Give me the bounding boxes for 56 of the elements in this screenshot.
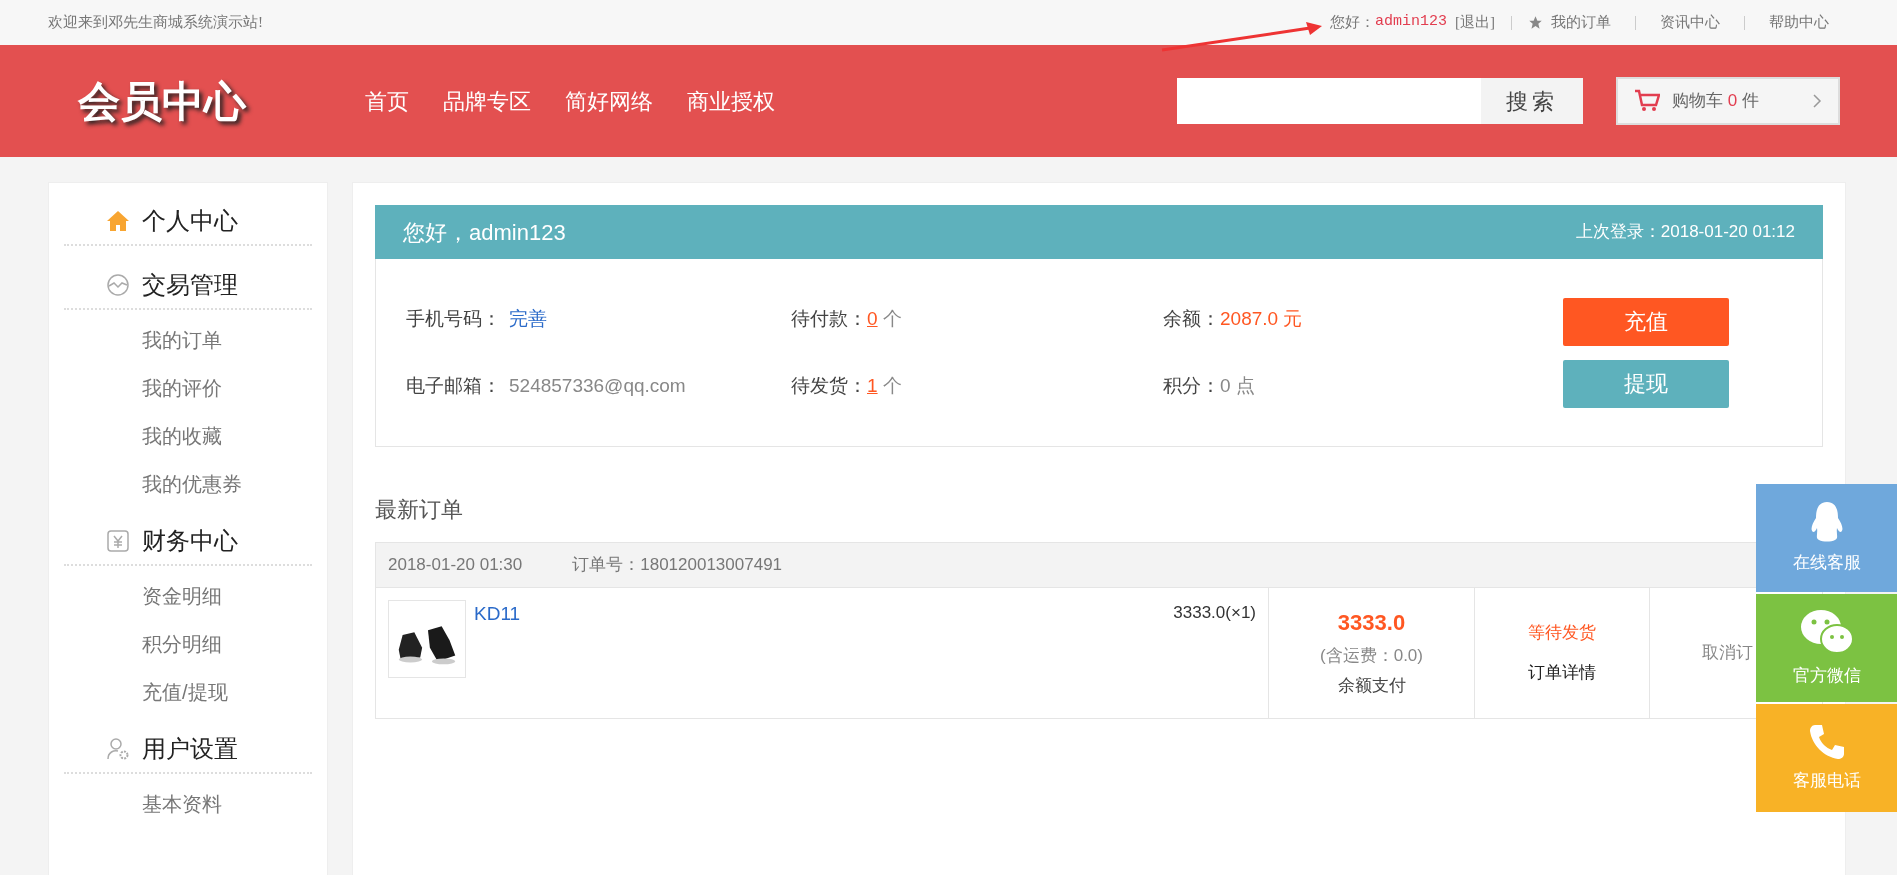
nav-link[interactable]: 首页 (365, 84, 409, 118)
sidebar-item[interactable]: 充值/提现 (142, 668, 228, 716)
order-details-link[interactable]: 订单详情 (1528, 659, 1596, 685)
sidebar-heading: 个人中心 (142, 206, 238, 236)
sidebar-item[interactable]: 基本资料 (142, 780, 222, 828)
sidebar-item[interactable]: 我的订单 (142, 316, 222, 364)
logo-text: 会员中心 (78, 76, 248, 127)
cancel-order-link[interactable]: 取消订 (1702, 640, 1753, 666)
payment-method: 余额支付 (1337, 674, 1406, 697)
last-login-text: 上次登录：2018-01-20 01:12 (1575, 221, 1795, 244)
order-number: 订单号：180120013007491 (572, 554, 783, 577)
sidebar-item[interactable]: 我的评价 (142, 364, 222, 412)
chevron-right-icon (1812, 94, 1822, 108)
top-link[interactable]: 帮助中心 (1769, 11, 1829, 34)
yuan-icon (106, 529, 130, 553)
logout-link[interactable]: [退出] (1455, 11, 1495, 34)
recharge-button[interactable]: 充值 (1563, 297, 1729, 346)
price-quantity: 3333.0(×1) (1173, 602, 1256, 624)
points-field: 积分：0 点 (1163, 371, 1563, 400)
cart-icon (1634, 89, 1660, 113)
wave-circle-icon (106, 273, 130, 297)
phone-field: 手机号码： 完善 (406, 305, 791, 334)
sidebar-item[interactable]: 我的收藏 (142, 412, 222, 460)
top-link[interactable]: 资讯中心 (1660, 11, 1720, 34)
greeting-text: 您好，admin123 (403, 218, 566, 247)
nav-link[interactable]: 简好网络 (565, 84, 653, 118)
shipping-fee: (含运费：0.0) (1320, 645, 1423, 667)
nav-link[interactable]: 品牌专区 (443, 84, 531, 118)
sidebar-item[interactable]: 资金明细 (142, 572, 222, 620)
home-icon (106, 210, 130, 232)
top-link[interactable]: 我的订单 (1551, 11, 1611, 34)
unshipped-count: 待发货：1 个 (791, 373, 903, 398)
greeting-label: 您好： (1330, 13, 1375, 33)
float-service-button[interactable]: 在线客服 (1756, 484, 1897, 592)
star-icon (1528, 15, 1543, 30)
section-title: 最新订单 (375, 496, 463, 524)
sidebar-item[interactable]: 我的优惠券 (142, 460, 242, 508)
username-link[interactable]: admin123 (1375, 11, 1447, 34)
sidebar-heading: 交易管理 (142, 270, 238, 300)
unpaid-count: 待付款：0 个 (791, 307, 903, 331)
cart-button[interactable]: 购物车 0 件 (1616, 77, 1840, 125)
order-total: 3333.0 (1337, 609, 1406, 637)
user-gear-icon (106, 737, 130, 761)
product-link[interactable]: KD11 (474, 600, 521, 629)
order-status: 等待发货 (1528, 622, 1596, 644)
email-field: 电子邮箱： 524857336@qq.com (406, 371, 791, 400)
search-button[interactable]: 搜索 (1481, 78, 1583, 124)
search-field[interactable] (1177, 78, 1481, 124)
sidebar-heading: 财务中心 (142, 526, 238, 556)
order-date: 2018-01-20 01:30 (388, 554, 523, 577)
balance-field: 余额：2087.0 元 (1163, 305, 1563, 334)
nav-link[interactable]: 商业授权 (687, 84, 775, 118)
withdraw-button[interactable]: 提现 (1563, 359, 1729, 408)
welcome-text: 欢迎来到邓先生商城系统演示站! (48, 13, 263, 33)
sidebar-heading: 用户设置 (142, 734, 238, 764)
sidebar-item[interactable]: 积分明细 (142, 620, 222, 668)
